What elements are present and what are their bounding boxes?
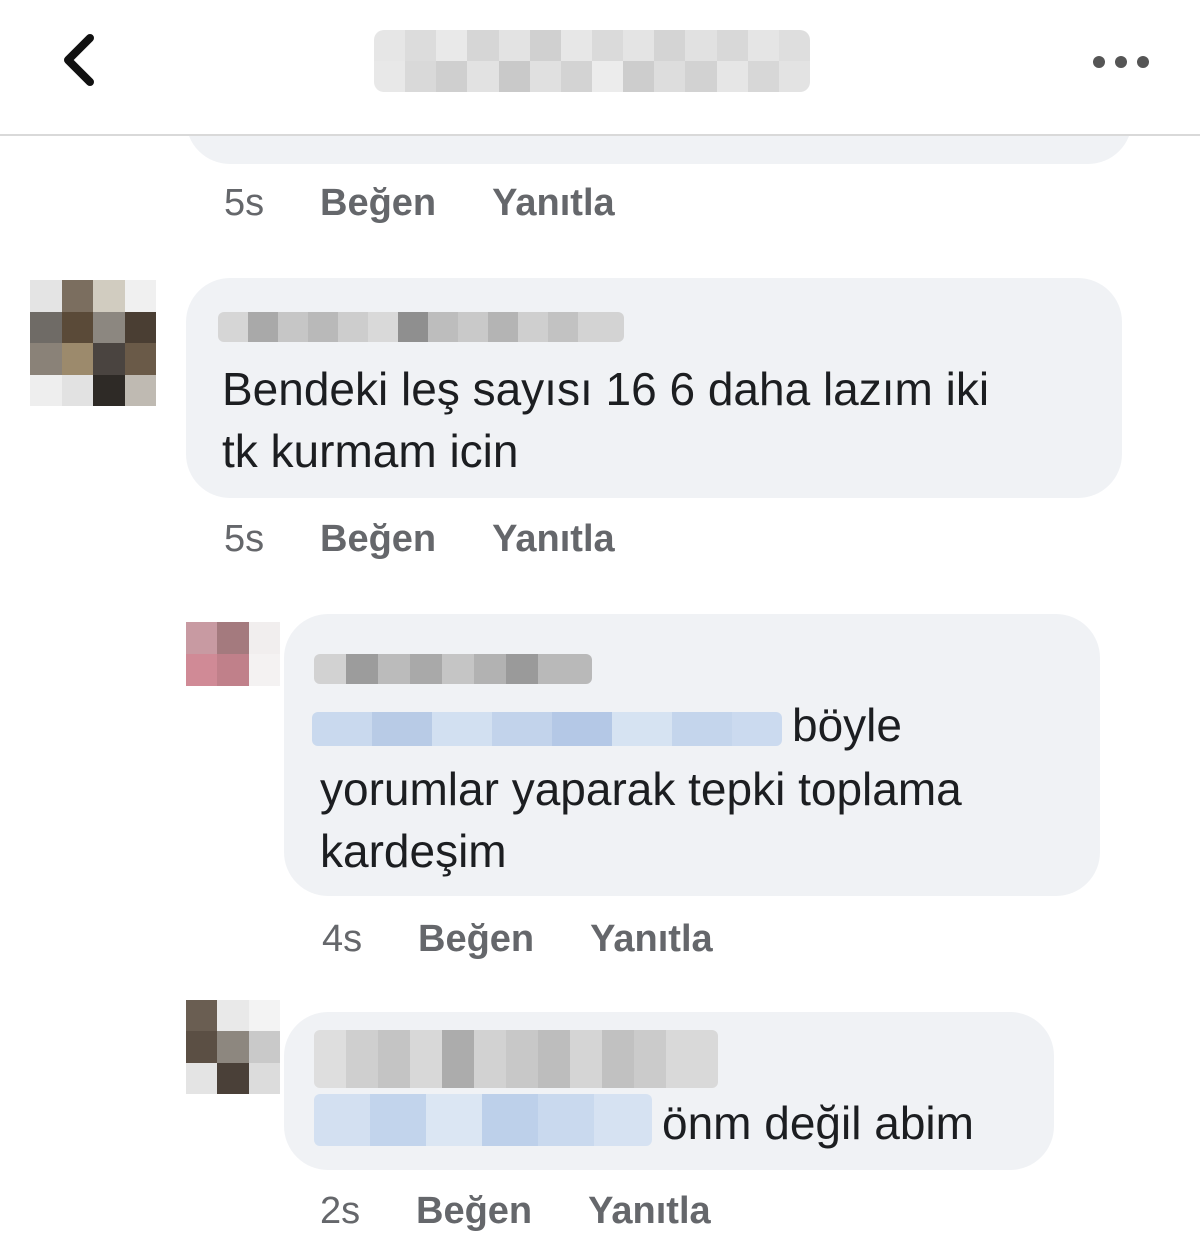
commenter-name-obscured xyxy=(314,1030,718,1088)
more-options-button[interactable] xyxy=(1086,40,1156,84)
comment-text: önm değil abim xyxy=(662,1097,974,1149)
chevron-left-icon xyxy=(64,34,94,86)
mention-obscured[interactable] xyxy=(314,1094,652,1146)
comment-actions: 2s Beğen Yanıtla xyxy=(320,1190,711,1233)
mention-obscured[interactable] xyxy=(312,712,782,746)
avatar xyxy=(186,622,280,686)
back-button[interactable] xyxy=(48,28,108,92)
avatar xyxy=(30,280,156,406)
comment-timestamp: 2s xyxy=(320,1190,361,1232)
like-button[interactable]: Beğen xyxy=(320,182,436,225)
comment-actions: 5s Beğen Yanıtla xyxy=(224,518,615,561)
page-title-pixelation xyxy=(374,30,810,92)
commenter-name-obscured xyxy=(218,312,624,342)
comment-text: Bendeki leş sayısı 16 6 daha lazım iki t… xyxy=(222,363,990,477)
avatar xyxy=(186,1000,280,1094)
reply-button[interactable]: Yanıtla xyxy=(492,518,615,561)
like-button[interactable]: Beğen xyxy=(416,1190,532,1233)
commenter-name-obscured xyxy=(314,654,592,684)
comment-text: böyle xyxy=(792,699,902,751)
reply-button[interactable]: Yanıtla xyxy=(492,182,615,225)
comment-actions: 5s Beğen Yanıtla xyxy=(224,182,615,225)
comment-timestamp: 5s xyxy=(224,182,265,224)
top-navigation-bar xyxy=(0,0,1200,136)
comment-timestamp: 5s xyxy=(224,518,265,560)
comment-actions: 4s Beğen Yanıtla xyxy=(322,918,713,961)
reply-button[interactable]: Yanıtla xyxy=(588,1190,711,1233)
comment-text: yorumlar yaparak tepki toplama kardeşim xyxy=(320,763,962,877)
comment-timestamp: 4s xyxy=(322,918,363,960)
like-button[interactable]: Beğen xyxy=(320,518,436,561)
like-button[interactable]: Beğen xyxy=(418,918,534,961)
more-horizontal-icon xyxy=(1093,56,1149,68)
reply-button[interactable]: Yanıtla xyxy=(590,918,713,961)
